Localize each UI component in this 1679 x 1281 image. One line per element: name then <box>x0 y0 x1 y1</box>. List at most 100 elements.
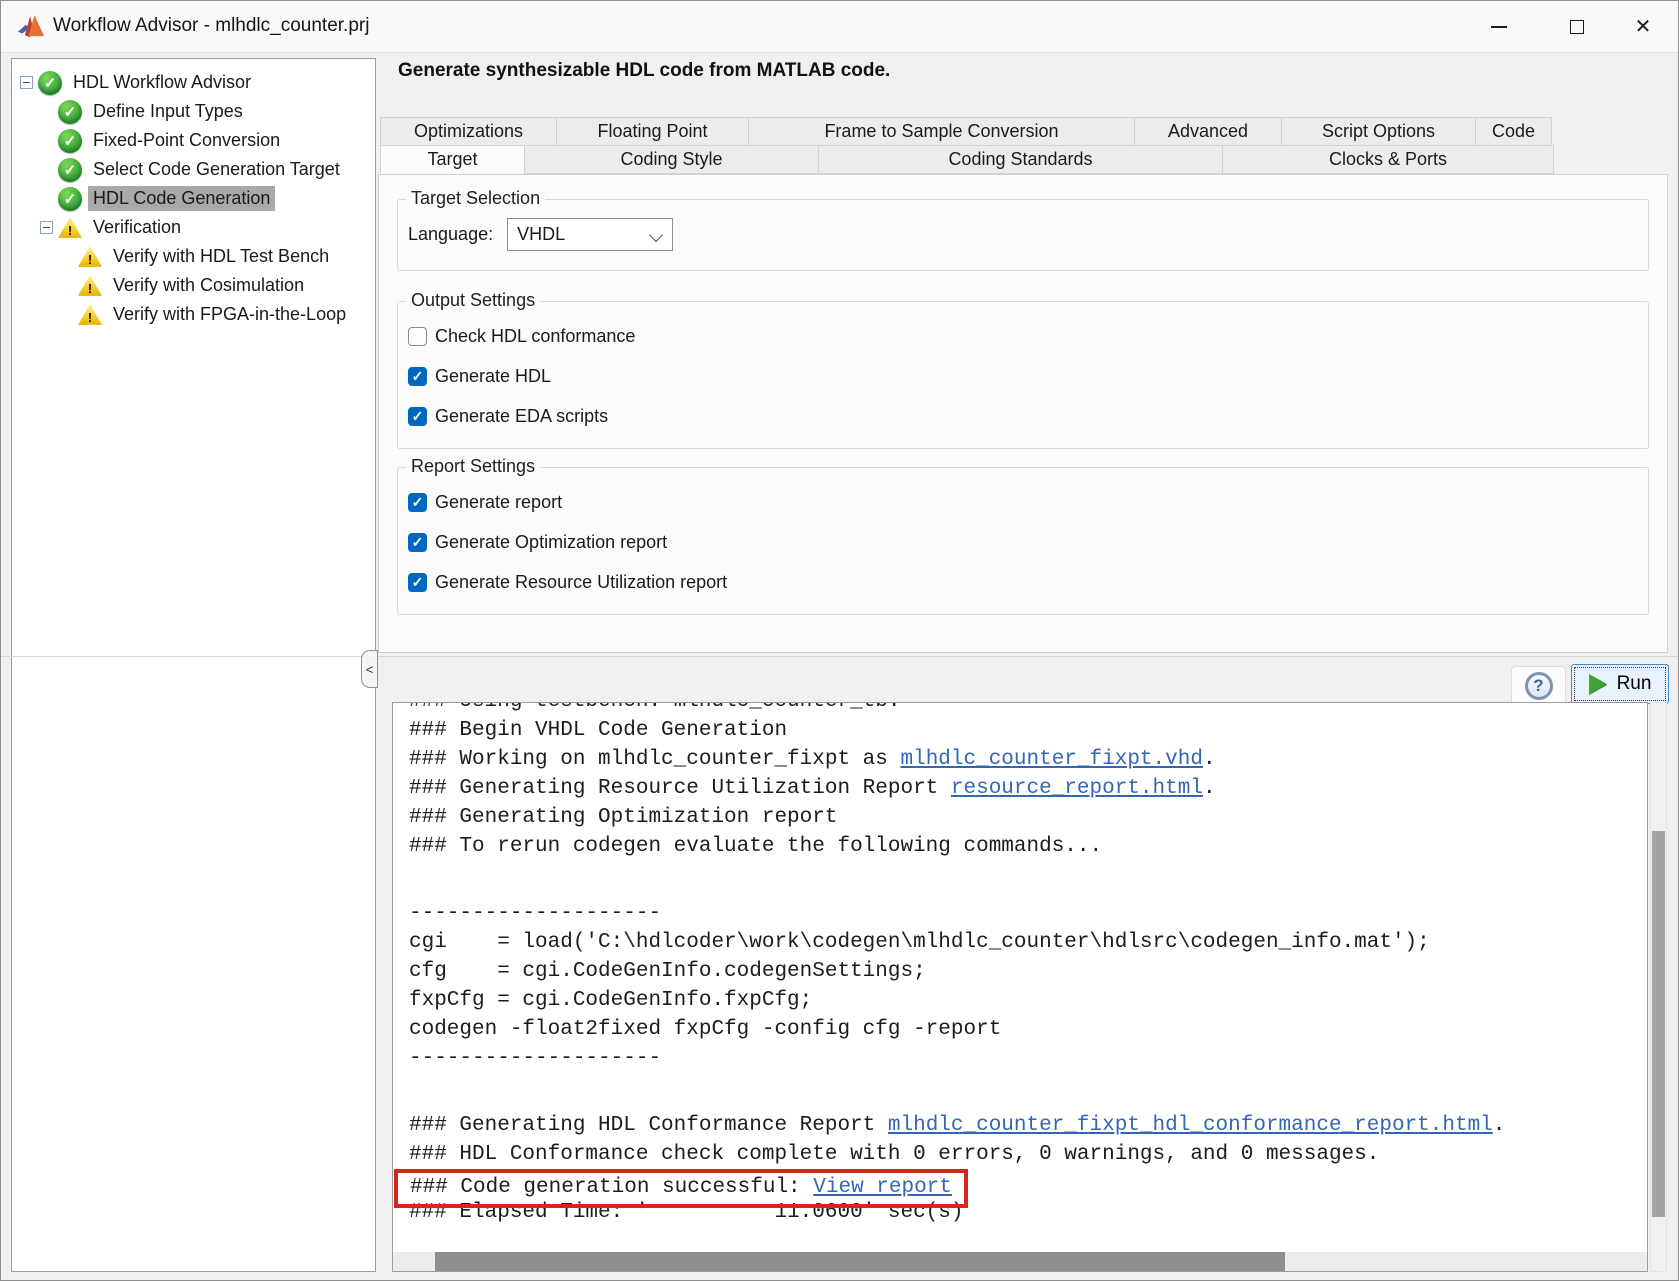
tab-coding-standards[interactable]: Coding Standards <box>818 145 1223 174</box>
tree-item-hdl-code-generation[interactable]: ✓HDL Code Generation <box>12 184 375 213</box>
horizontal-scrollbar-thumb[interactable] <box>435 1252 1285 1271</box>
tab-frame-to-sample-conversion[interactable]: Frame to Sample Conversion <box>748 117 1135 146</box>
checkbox-row-generate-hdl: ✓ Generate HDL <box>408 356 1638 396</box>
console-text: ### Generating HDL Conformance Report <box>409 1114 888 1137</box>
tree-item-hdl-workflow-advisor[interactable]: ✓HDL Workflow Advisor <box>12 68 375 97</box>
minimize-icon <box>1491 26 1507 28</box>
console-link-mlhdlc-counter-fixpt-vhd[interactable]: mlhdlc_counter_fixpt.vhd <box>900 748 1202 771</box>
checkbox-label: Generate report <box>435 492 562 513</box>
window-title: Workflow Advisor - mlhdlc_counter.prj <box>53 15 369 37</box>
maximize-button[interactable] <box>1548 1 1606 52</box>
group-legend: Report Settings <box>406 456 540 477</box>
highlight-box: ### Code generation successful: View rep… <box>394 1169 968 1208</box>
console-line: codegen -float2fixed fxpCfg -config cfg … <box>409 1015 1647 1044</box>
chevron-down-icon <box>649 228 663 242</box>
tree-item-select-code-generation-target[interactable]: ✓Select Code Generation Target <box>12 155 375 184</box>
console-text: -------------------- <box>409 902 661 925</box>
console-line: ### To rerun codegen evaluate the follow… <box>409 832 1647 861</box>
tree-item-label: Verify with FPGA-in-the-Loop <box>108 302 351 327</box>
tree-item-verify-with-cosimulation[interactable]: !Verify with Cosimulation <box>12 271 375 300</box>
tree-item-verify-with-hdl-test-bench[interactable]: !Verify with HDL Test Bench <box>12 242 375 271</box>
console-link-mlhdlc-counter-fixpt-hdl-conformance-report-html[interactable]: mlhdlc_counter_fixpt_hdl_conformance_rep… <box>888 1114 1493 1137</box>
tab-optimizations[interactable]: Optimizations <box>380 117 557 146</box>
collapse-panel-handle[interactable]: < <box>361 650 378 688</box>
console-text: cfg = cgi.CodeGenInfo.codegenSettings; <box>409 960 926 983</box>
checkbox-label: Generate HDL <box>435 366 551 387</box>
group-legend: Target Selection <box>406 188 545 209</box>
tree-item-verify-with-fpga-in-the-loop[interactable]: ! Verify with FPGA-in-the-Loop <box>12 300 375 329</box>
tab-clocks-ports[interactable]: Clocks & Ports <box>1222 145 1554 174</box>
matlab-logo-icon <box>17 13 45 40</box>
checkbox-label: Generate EDA scripts <box>435 406 608 427</box>
checkbox-row-generate-resource-utilization-report: ✓ Generate Resource Utilization report <box>408 562 1638 602</box>
window-titlebar: Workflow Advisor - mlhdlc_counter.prj ✕ <box>1 1 1678 53</box>
checkbox-checked-icon[interactable]: ✓ <box>408 493 427 512</box>
check-icon: ✓ <box>38 71 62 95</box>
console-text: ### Working on mlhdlc_counter_fixpt as <box>409 748 900 771</box>
checkbox-label: Generate Resource Utilization report <box>435 572 727 593</box>
checkbox-checked-icon[interactable]: ✓ <box>408 407 427 426</box>
language-value: VHDL <box>517 224 565 245</box>
tab-code[interactable]: Code <box>1475 117 1552 146</box>
vertical-scrollbar[interactable] <box>1650 702 1667 1272</box>
checkbox-row-generate-report: ✓ Generate report <box>408 482 1638 522</box>
checkbox-checked-icon[interactable]: ✓ <box>408 573 427 592</box>
run-button-label: Run <box>1617 673 1652 695</box>
console-line <box>409 861 1647 899</box>
help-button[interactable]: ? <box>1511 666 1566 706</box>
console-text: ### Using testbench: mlhdlc_counter_tb. <box>409 702 900 713</box>
tree-expander-icon[interactable] <box>40 221 53 234</box>
maximize-icon <box>1570 20 1584 34</box>
minimize-button[interactable] <box>1470 1 1528 52</box>
language-label: Language: <box>408 224 493 245</box>
console-line: fxpCfg = cgi.CodeGenInfo.fxpCfg; <box>409 986 1647 1015</box>
console-text: ### To rerun codegen evaluate the follow… <box>409 835 1102 858</box>
console-link-view-report[interactable]: View report <box>813 1176 952 1199</box>
console-text: . <box>1203 748 1216 771</box>
vertical-scrollbar-thumb[interactable] <box>1652 831 1665 1217</box>
console-line: -------------------- <box>409 1044 1647 1073</box>
warning-icon: ! <box>58 217 82 239</box>
console-text: -------------------- <box>409 1047 661 1070</box>
tree-item-label: Verification <box>88 215 186 240</box>
console-text: ### HDL Conformance check complete with … <box>409 1143 1379 1166</box>
checkbox-checked-icon[interactable]: ✓ <box>408 533 427 552</box>
tree-item-verification[interactable]: ! Verification <box>12 213 375 242</box>
warning-icon: ! <box>78 304 102 326</box>
console-text: . <box>1493 1114 1506 1137</box>
console-link-resource-report-html[interactable]: resource_report.html <box>951 777 1203 800</box>
checkbox-row-generate-optimization-report: ✓Generate Optimization report <box>408 522 1638 562</box>
checkbox-checked-icon[interactable]: ✓ <box>408 367 427 386</box>
output-settings-rows: Check HDL conformance ✓ Generate HDL ✓ Gener… <box>408 316 1638 436</box>
tree-item-label: Verify with Cosimulation <box>108 273 309 298</box>
tab-coding-style[interactable]: Coding Style <box>524 145 819 174</box>
tab-row-2: TargetCoding StyleCoding StandardsClocks… <box>380 145 1558 174</box>
run-button[interactable]: Run <box>1571 664 1669 704</box>
tab-script-options[interactable]: Script Options <box>1281 117 1476 146</box>
target-selection-group: Target Selection Language: VHDL <box>397 199 1649 271</box>
collapse-left-icon: < <box>366 662 374 677</box>
console-text: fxpCfg = cgi.CodeGenInfo.fxpCfg; <box>409 989 812 1012</box>
tree-expander-icon[interactable] <box>20 76 33 89</box>
checkbox-row-generate-eda-scripts: ✓ Generate EDA scripts <box>408 396 1638 436</box>
checkbox-row-check-hdl-conformance: Check HDL conformance <box>408 316 1638 356</box>
tree-item-define-input-types[interactable]: ✓Define Input Types <box>12 97 375 126</box>
language-select[interactable]: VHDL <box>507 218 673 251</box>
tab-advanced[interactable]: Advanced <box>1134 117 1282 146</box>
check-icon: ✓ <box>58 100 82 124</box>
console-text: . <box>1203 777 1216 800</box>
console-text: codegen -float2fixed fxpCfg -config cfg … <box>409 1018 1001 1041</box>
tree-item-fixed-point-conversion[interactable]: ✓Fixed-Point Conversion <box>12 126 375 155</box>
tree-item-label: Fixed-Point Conversion <box>88 128 285 153</box>
close-button[interactable]: ✕ <box>1614 1 1672 52</box>
tab-row-1: OptimizationsFloating PointFrame to Samp… <box>380 117 1558 146</box>
language-row: Language: VHDL <box>408 218 673 251</box>
tab-target[interactable]: Target <box>380 145 525 174</box>
horizontal-scrollbar[interactable] <box>393 1252 1647 1271</box>
checkbox-unchecked-icon[interactable] <box>408 327 427 346</box>
group-legend: Output Settings <box>406 290 540 311</box>
tab-floating-point[interactable]: Floating Point <box>556 117 749 146</box>
console-line: ### Generating HDL Conformance Report ml… <box>409 1111 1647 1140</box>
workflow-tree: ✓HDL Workflow Advisor✓Define Input Types… <box>11 58 376 1272</box>
tree-item-label: HDL Workflow Advisor <box>68 70 256 95</box>
